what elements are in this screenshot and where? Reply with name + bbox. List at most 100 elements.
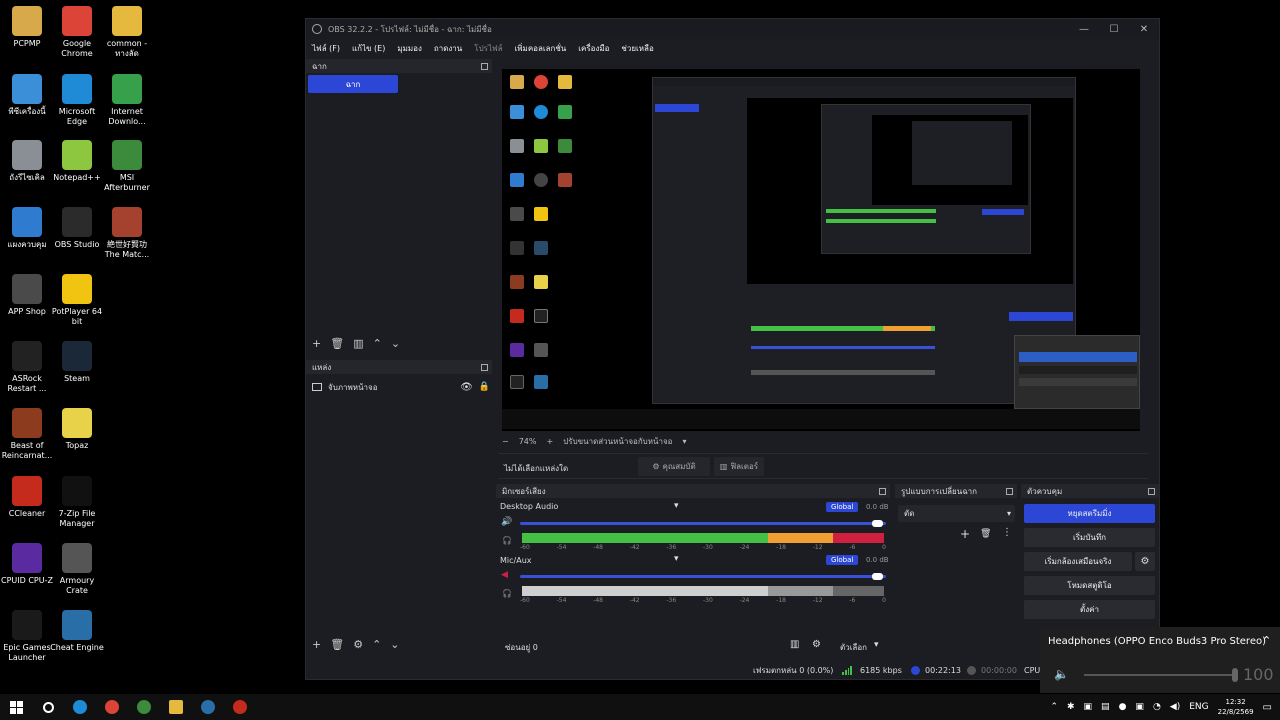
desktop-icon[interactable]: Microsoft Edge bbox=[50, 74, 104, 127]
speaker-icon[interactable]: 🔊 bbox=[501, 517, 512, 527]
desktop-icon[interactable]: PCPMP bbox=[0, 6, 54, 49]
filter-icon[interactable]: ▥ bbox=[353, 337, 363, 350]
desktop-icon[interactable]: Steam bbox=[50, 341, 104, 384]
desktop-icon[interactable]: 7-Zip File Manager bbox=[50, 476, 104, 529]
track-menu-chevron-icon[interactable]: ▾ bbox=[674, 501, 679, 511]
bluetooth-icon[interactable]: ✱ bbox=[1067, 702, 1075, 712]
desktop-icon[interactable]: CPUID CPU-Z bbox=[0, 543, 54, 586]
popout-icon[interactable] bbox=[481, 62, 488, 70]
menu-profile[interactable]: โปรไฟล์ bbox=[474, 42, 502, 55]
gear-icon[interactable]: ⚙ bbox=[353, 638, 363, 651]
tray-app-icon[interactable]: ▣ bbox=[1135, 702, 1144, 712]
lock-icon[interactable]: 🔒 bbox=[479, 382, 490, 392]
audio-device-name[interactable]: Headphones (OPPO Enco Buds3 Pro Stereo) bbox=[1048, 636, 1266, 647]
chevron-up-icon[interactable]: ⌃ bbox=[1262, 634, 1271, 647]
desktop-icon[interactable]: Epic Games Launcher bbox=[0, 610, 54, 663]
desktop-icon[interactable]: Beast of Reincarnat... bbox=[0, 408, 54, 461]
chevron-down-icon[interactable]: ▾ bbox=[682, 437, 686, 446]
start-recording-button[interactable]: เริ่มบันทึก bbox=[1024, 528, 1155, 547]
down-icon[interactable]: ⌄ bbox=[391, 337, 400, 350]
gear-icon[interactable]: ⚙ bbox=[812, 639, 821, 650]
filters-button[interactable]: ▥ ฟิลเตอร์ bbox=[714, 457, 764, 476]
speaker-icon[interactable]: 🔈 bbox=[1054, 667, 1069, 681]
global-badge[interactable]: Global bbox=[826, 555, 859, 565]
desktop-icon[interactable]: พีซีเครื่องนี้ bbox=[0, 74, 54, 117]
menu-tools[interactable]: เครื่องมือ bbox=[578, 42, 609, 55]
up-icon[interactable]: ⌃ bbox=[372, 638, 381, 651]
volume-slider-knob[interactable] bbox=[872, 520, 883, 527]
add-icon[interactable]: + bbox=[312, 337, 321, 350]
menu-collection[interactable]: เพิ่มคอลเลกชั่น bbox=[515, 42, 567, 55]
volume-thumb[interactable] bbox=[1232, 668, 1238, 682]
more-icon[interactable]: ⋮ bbox=[1002, 527, 1012, 538]
volume-slider-knob[interactable] bbox=[872, 573, 883, 580]
desktop-icon[interactable]: MSI Afterburner bbox=[100, 140, 154, 193]
title-bar[interactable]: OBS 32.2.2 - โปรไฟล์: ไม่มีชื่อ - ฉาก: ไ… bbox=[306, 19, 1159, 39]
settings-button[interactable]: ตั้งค่า bbox=[1024, 600, 1155, 619]
minimize-button[interactable]: — bbox=[1069, 24, 1099, 35]
headphones-icon[interactable]: 🎧 bbox=[502, 589, 512, 598]
popout-icon[interactable] bbox=[879, 487, 886, 495]
volume-slider[interactable] bbox=[520, 522, 886, 525]
eye-icon[interactable]: 👁 bbox=[460, 382, 473, 393]
xbox-icon[interactable] bbox=[128, 694, 160, 720]
down-icon[interactable]: ⌄ bbox=[390, 638, 399, 651]
start-button[interactable] bbox=[0, 694, 32, 720]
preview-canvas[interactable] bbox=[502, 69, 1140, 431]
desktop-icon[interactable]: Cheat Engine bbox=[50, 610, 104, 653]
chrome-icon[interactable] bbox=[96, 694, 128, 720]
desktop-icon[interactable]: OBS Studio bbox=[50, 207, 104, 250]
desktop-icon[interactable]: Notepad++ bbox=[50, 140, 104, 183]
tray-app-icon[interactable]: ▣ bbox=[1084, 702, 1093, 712]
options-dropdown[interactable]: ตัวเลือก bbox=[840, 641, 867, 654]
search-icon[interactable] bbox=[32, 694, 64, 720]
chevron-down-icon[interactable]: ▾ bbox=[874, 640, 879, 650]
mic-muted-icon[interactable]: ◀ bbox=[501, 570, 508, 580]
notification-icon[interactable]: ▭ bbox=[1263, 702, 1272, 713]
wifi-icon[interactable]: ◔ bbox=[1153, 702, 1161, 712]
up-icon[interactable]: ⌃ bbox=[373, 337, 382, 350]
volume-icon[interactable]: ◀) bbox=[1170, 702, 1180, 712]
desktop-icon[interactable]: Google Chrome bbox=[50, 6, 104, 59]
zoom-out-icon[interactable]: − bbox=[502, 437, 509, 446]
layout-icon[interactable]: ▥ bbox=[790, 639, 799, 650]
source-item[interactable]: จับภาพหน้าจอ 👁 🔒 bbox=[312, 380, 490, 394]
popout-icon[interactable] bbox=[1006, 487, 1013, 495]
mic-icon[interactable]: ● bbox=[1119, 702, 1127, 712]
menu-view[interactable]: มุมมอง bbox=[397, 42, 422, 55]
desktop-icon[interactable]: ถังรีไซเคิล bbox=[0, 140, 54, 183]
desktop-icon[interactable]: APP Shop bbox=[0, 274, 54, 317]
trash-icon[interactable]: 🗑 bbox=[330, 337, 344, 350]
add-icon[interactable]: + bbox=[960, 527, 970, 541]
desktop-icon[interactable]: แผงควบคุม bbox=[0, 207, 54, 250]
desktop-icon[interactable]: Armoury Crate bbox=[50, 543, 104, 596]
zoom-in-icon[interactable]: + bbox=[546, 437, 553, 446]
menu-edit[interactable]: แก้ไข (E) bbox=[352, 42, 385, 55]
app-icon[interactable] bbox=[192, 694, 224, 720]
studio-mode-button[interactable]: โหมดสตูดิโอ bbox=[1024, 576, 1155, 595]
scene-item[interactable]: ฉาก bbox=[308, 75, 398, 93]
trash-icon[interactable]: 🗑 bbox=[980, 529, 991, 539]
language-indicator[interactable]: ENG bbox=[1189, 702, 1208, 712]
close-button[interactable]: ✕ bbox=[1129, 24, 1159, 35]
headphones-icon[interactable]: 🎧 bbox=[502, 536, 512, 545]
tray-chevron-icon[interactable]: ⌃ bbox=[1050, 702, 1058, 712]
desktop-icon[interactable]: Topaz bbox=[50, 408, 104, 451]
volume-slider[interactable] bbox=[520, 575, 886, 578]
obs-taskbar-icon[interactable] bbox=[224, 694, 256, 720]
desktop-icon[interactable]: PotPlayer 64 bit bbox=[50, 274, 104, 327]
desktop-icon[interactable]: common - ทางลัด bbox=[100, 6, 154, 59]
virtual-camera-gear-icon[interactable]: ⚙ bbox=[1135, 552, 1155, 571]
volume-track[interactable] bbox=[1084, 674, 1234, 676]
edge-icon[interactable] bbox=[64, 694, 96, 720]
trash-icon[interactable]: 🗑 bbox=[330, 638, 344, 651]
global-badge[interactable]: Global bbox=[826, 502, 859, 512]
desktop-icon[interactable]: Internet Downlo... bbox=[100, 74, 154, 127]
network-icon[interactable]: ▤ bbox=[1101, 702, 1110, 712]
desktop-icon[interactable]: ASRock Restart ... bbox=[0, 341, 54, 394]
file-explorer-icon[interactable] bbox=[160, 694, 192, 720]
scaling-label[interactable]: ปรับขนาดส่วนหน้าจอกับหน้าจอ bbox=[563, 435, 672, 448]
menu-file[interactable]: ไฟล์ (F) bbox=[312, 42, 340, 55]
add-icon[interactable]: + bbox=[312, 638, 321, 651]
desktop-icon[interactable]: CCleaner bbox=[0, 476, 54, 519]
